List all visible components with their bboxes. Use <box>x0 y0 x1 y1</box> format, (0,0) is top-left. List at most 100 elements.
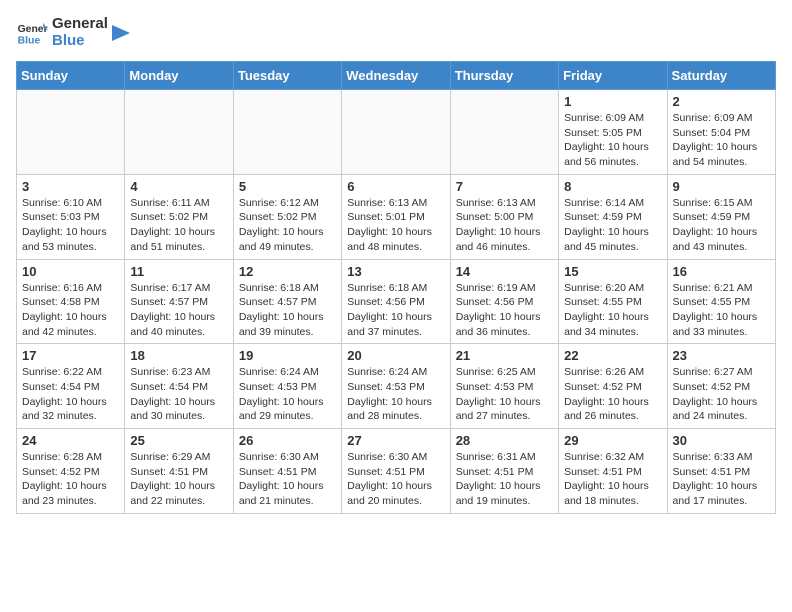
day-number: 5 <box>239 179 336 194</box>
day-number: 4 <box>130 179 227 194</box>
calendar-cell: 20Sunrise: 6:24 AM Sunset: 4:53 PM Dayli… <box>342 344 450 429</box>
calendar-cell: 28 Sunrise: 6:31 AM Sunset: 4:51 PM Dayli… <box>450 429 558 514</box>
day-info: Sunrise: 6:13 AM Sunset: 5:01 PM Dayligh… <box>347 196 444 255</box>
day-number: 28 <box>456 433 553 448</box>
calendar-cell: 12Sunrise: 6:18 AM Sunset: 4:57 PM Dayli… <box>233 259 341 344</box>
day-info: Sunrise: 6:30 AM Sunset: 4:51 PM Dayligh… <box>239 450 336 509</box>
day-number: 8 <box>564 179 661 194</box>
calendar-table: SundayMondayTuesdayWednesdayThursdayFrid… <box>16 61 776 514</box>
calendar-cell: 11 Sunrise: 6:17 AM Sunset: 4:57 PM Dayli… <box>125 259 233 344</box>
day-info: Sunrise: 6:15 AM Sunset: 4:59 PM Dayligh… <box>673 196 770 255</box>
calendar-cell: 19 Sunrise: 6:24 AM Sunset: 4:53 PM Dayli… <box>233 344 341 429</box>
day-number: 20 <box>347 348 444 363</box>
calendar-cell: 24 Sunrise: 6:28 AM Sunset: 4:52 PM Dayli… <box>17 429 125 514</box>
day-number: 11 <box>130 264 227 279</box>
day-info: Sunrise: 6:17 AM Sunset: 4:57 PM Dayligh… <box>130 281 227 340</box>
calendar-cell: 9 Sunrise: 6:15 AM Sunset: 4:59 PM Daylig… <box>667 174 775 259</box>
column-header-monday: Monday <box>125 62 233 90</box>
logo-icon: General Blue <box>16 19 48 47</box>
day-number: 3 <box>22 179 119 194</box>
day-info: Sunrise: 6:27 AM Sunset: 4:52 PM Dayligh… <box>673 365 770 424</box>
calendar-cell <box>233 90 341 175</box>
calendar-cell: 2Sunrise: 6:09 AM Sunset: 5:04 PM Daylig… <box>667 90 775 175</box>
calendar-cell: 13 Sunrise: 6:18 AM Sunset: 4:56 PM Dayli… <box>342 259 450 344</box>
calendar-cell: 27 Sunrise: 6:30 AM Sunset: 4:51 PM Dayli… <box>342 429 450 514</box>
calendar-cell <box>17 90 125 175</box>
day-number: 16 <box>673 264 770 279</box>
day-number: 10 <box>22 264 119 279</box>
day-info: Sunrise: 6:24 AM Sunset: 4:53 PM Dayligh… <box>239 365 336 424</box>
day-number: 22 <box>564 348 661 363</box>
day-info: Sunrise: 6:22 AM Sunset: 4:54 PM Dayligh… <box>22 365 119 424</box>
calendar-cell <box>125 90 233 175</box>
day-number: 23 <box>673 348 770 363</box>
calendar-cell: 7 Sunrise: 6:13 AM Sunset: 5:00 PM Daylig… <box>450 174 558 259</box>
calendar-cell: 4 Sunrise: 6:11 AM Sunset: 5:02 PM Daylig… <box>125 174 233 259</box>
calendar-cell <box>450 90 558 175</box>
calendar-cell: 3 Sunrise: 6:10 AM Sunset: 5:03 PM Daylig… <box>17 174 125 259</box>
calendar-cell: 22 Sunrise: 6:26 AM Sunset: 4:52 PM Dayli… <box>559 344 667 429</box>
calendar-cell: 1 Sunrise: 6:09 AM Sunset: 5:05 PM Daylig… <box>559 90 667 175</box>
day-number: 7 <box>456 179 553 194</box>
day-info: Sunrise: 6:29 AM Sunset: 4:51 PM Dayligh… <box>130 450 227 509</box>
calendar-cell: 5 Sunrise: 6:12 AM Sunset: 5:02 PM Daylig… <box>233 174 341 259</box>
day-number: 21 <box>456 348 553 363</box>
day-number: 13 <box>347 264 444 279</box>
day-info: Sunrise: 6:13 AM Sunset: 5:00 PM Dayligh… <box>456 196 553 255</box>
calendar-cell: 23 Sunrise: 6:27 AM Sunset: 4:52 PM Dayli… <box>667 344 775 429</box>
day-info: Sunrise: 6:21 AM Sunset: 4:55 PM Dayligh… <box>673 281 770 340</box>
day-info: Sunrise: 6:10 AM Sunset: 5:03 PM Dayligh… <box>22 196 119 255</box>
column-header-saturday: Saturday <box>667 62 775 90</box>
day-info: Sunrise: 6:26 AM Sunset: 4:52 PM Dayligh… <box>564 365 661 424</box>
calendar-cell: 15Sunrise: 6:20 AM Sunset: 4:55 PM Dayli… <box>559 259 667 344</box>
day-number: 9 <box>673 179 770 194</box>
day-info: Sunrise: 6:23 AM Sunset: 4:54 PM Dayligh… <box>130 365 227 424</box>
day-number: 25 <box>130 433 227 448</box>
calendar-cell: 14Sunrise: 6:19 AM Sunset: 4:56 PM Dayli… <box>450 259 558 344</box>
calendar-cell: 6 Sunrise: 6:13 AM Sunset: 5:01 PM Daylig… <box>342 174 450 259</box>
column-header-sunday: Sunday <box>17 62 125 90</box>
day-info: Sunrise: 6:18 AM Sunset: 4:57 PM Dayligh… <box>239 281 336 340</box>
calendar-cell: 25 Sunrise: 6:29 AM Sunset: 4:51 PM Dayli… <box>125 429 233 514</box>
calendar-cell: 8 Sunrise: 6:14 AM Sunset: 4:59 PM Daylig… <box>559 174 667 259</box>
day-number: 6 <box>347 179 444 194</box>
column-header-wednesday: Wednesday <box>342 62 450 90</box>
day-number: 27 <box>347 433 444 448</box>
day-info: Sunrise: 6:28 AM Sunset: 4:52 PM Dayligh… <box>22 450 119 509</box>
day-info: Sunrise: 6:32 AM Sunset: 4:51 PM Dayligh… <box>564 450 661 509</box>
calendar-cell: 18 Sunrise: 6:23 AM Sunset: 4:54 PM Dayli… <box>125 344 233 429</box>
column-header-thursday: Thursday <box>450 62 558 90</box>
calendar-week-row: 24 Sunrise: 6:28 AM Sunset: 4:52 PM Dayli… <box>17 429 776 514</box>
day-info: Sunrise: 6:30 AM Sunset: 4:51 PM Dayligh… <box>347 450 444 509</box>
calendar-cell: 16 Sunrise: 6:21 AM Sunset: 4:55 PM Dayli… <box>667 259 775 344</box>
day-info: Sunrise: 6:12 AM Sunset: 5:02 PM Dayligh… <box>239 196 336 255</box>
day-number: 17 <box>22 348 119 363</box>
logo: General Blue General Blue <box>16 16 130 49</box>
calendar-week-row: 10 Sunrise: 6:16 AM Sunset: 4:58 PM Dayli… <box>17 259 776 344</box>
column-header-friday: Friday <box>559 62 667 90</box>
logo-text-blue: Blue <box>52 33 108 50</box>
day-info: Sunrise: 6:16 AM Sunset: 4:58 PM Dayligh… <box>22 281 119 340</box>
calendar-header-row: SundayMondayTuesdayWednesdayThursdayFrid… <box>17 62 776 90</box>
day-number: 26 <box>239 433 336 448</box>
day-info: Sunrise: 6:18 AM Sunset: 4:56 PM Dayligh… <box>347 281 444 340</box>
day-number: 30 <box>673 433 770 448</box>
day-number: 24 <box>22 433 119 448</box>
day-number: 19 <box>239 348 336 363</box>
day-info: Sunrise: 6:31 AM Sunset: 4:51 PM Dayligh… <box>456 450 553 509</box>
day-info: Sunrise: 6:09 AM Sunset: 5:05 PM Dayligh… <box>564 111 661 170</box>
calendar-week-row: 17 Sunrise: 6:22 AM Sunset: 4:54 PM Dayli… <box>17 344 776 429</box>
day-info: Sunrise: 6:14 AM Sunset: 4:59 PM Dayligh… <box>564 196 661 255</box>
day-number: 18 <box>130 348 227 363</box>
day-number: 14 <box>456 264 553 279</box>
calendar-cell: 17 Sunrise: 6:22 AM Sunset: 4:54 PM Dayli… <box>17 344 125 429</box>
calendar-cell: 10 Sunrise: 6:16 AM Sunset: 4:58 PM Dayli… <box>17 259 125 344</box>
day-number: 29 <box>564 433 661 448</box>
day-number: 15 <box>564 264 661 279</box>
day-number: 1 <box>564 94 661 109</box>
day-info: Sunrise: 6:11 AM Sunset: 5:02 PM Dayligh… <box>130 196 227 255</box>
logo-text-general: General <box>52 16 108 33</box>
logo-arrow-icon <box>112 19 130 47</box>
calendar-cell: 29 Sunrise: 6:32 AM Sunset: 4:51 PM Dayli… <box>559 429 667 514</box>
calendar-cell: 30Sunrise: 6:33 AM Sunset: 4:51 PM Dayli… <box>667 429 775 514</box>
